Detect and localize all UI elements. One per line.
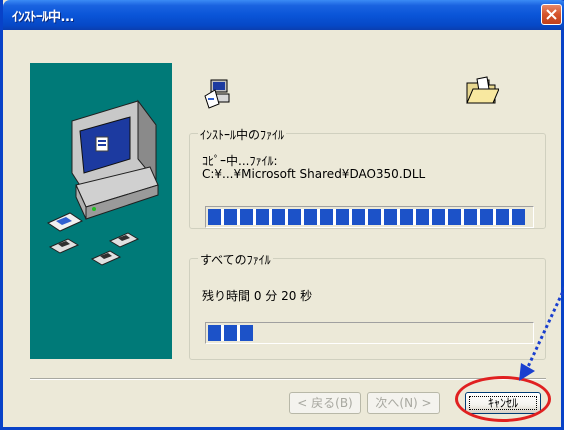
computer-illustration — [46, 99, 159, 266]
total-progress-bar — [205, 322, 534, 344]
title-bar[interactable]: ｲﾝｽﾄｰﾙ中... — [3, 0, 564, 30]
time-remaining-text: 残り時間 0 分 20 秒 — [202, 289, 313, 303]
current-file-group: ｲﾝｽﾄｰﾙ中のﾌｧｲﾙ ｺﾋﾟｰ中...ﾌｧｲﾙ: C:¥...¥Micros… — [189, 126, 546, 229]
window-title: ｲﾝｽﾄｰﾙ中... — [12, 10, 74, 25]
close-icon — [546, 9, 557, 20]
all-files-group: すべてのﾌｧｲﾙ 残り時間 0 分 20 秒 — [189, 251, 546, 360]
floppy-disk-icon — [46, 212, 84, 232]
back-button[interactable]: < 戻る(B) — [289, 392, 361, 414]
setup-computer-icon — [204, 79, 230, 109]
file-progress-fill — [208, 209, 525, 225]
pointer-arrow-icon — [519, 286, 564, 381]
current-file-group-label: ｲﾝｽﾄｰﾙ中のﾌｧｲﾙ — [198, 126, 287, 143]
total-progress-fill — [208, 325, 253, 341]
file-progress-bar — [205, 206, 534, 228]
floppy-disk-icon — [108, 232, 140, 248]
installer-window: ｲﾝｽﾄｰﾙ中... ｲﾝｽﾄｰﾙ中のﾌｧｲﾙ ｺﾋﾟｰ中...ﾌｧｲﾙ: C:… — [0, 0, 564, 430]
floppy-disk-icon — [48, 238, 80, 254]
setup-illustration-panel — [30, 63, 172, 359]
floppy-disk-icon — [90, 250, 122, 266]
all-files-group-label: すべてのﾌｧｲﾙ — [198, 251, 273, 268]
close-button[interactable] — [541, 4, 562, 25]
next-button[interactable]: 次へ(N) > — [367, 392, 440, 414]
current-file-path: C:¥...¥Microsoft Shared¥DAO350.DLL — [202, 167, 426, 181]
button-separator — [30, 378, 546, 380]
open-folder-icon — [466, 76, 499, 104]
